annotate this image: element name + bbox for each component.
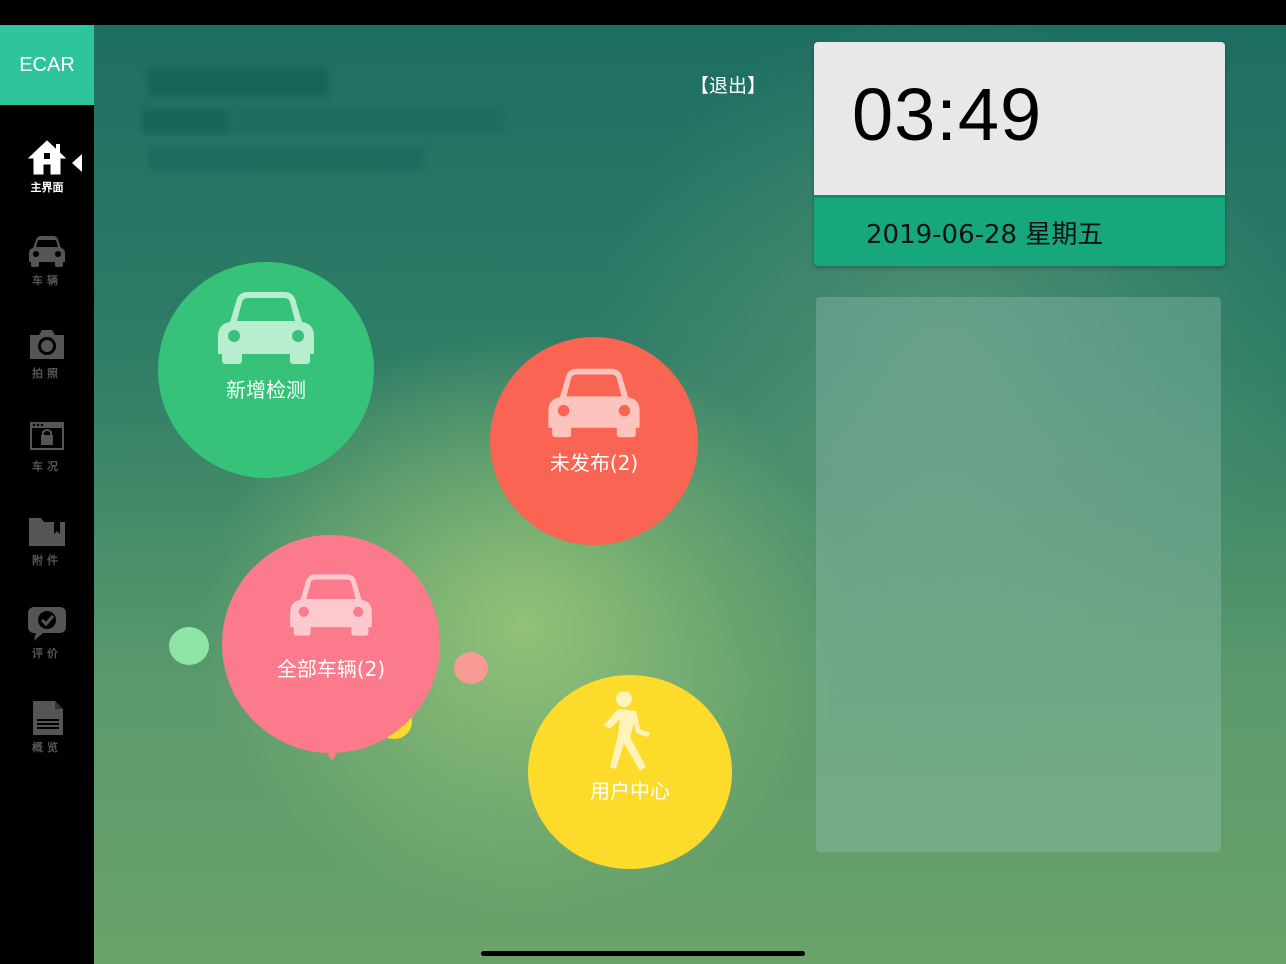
car-icon <box>548 368 640 438</box>
sidebar-item-condition[interactable]: 车况 <box>0 406 94 486</box>
sidebar-item-label: 评价 <box>32 647 62 660</box>
sidebar-item-attachments[interactable]: 附件 <box>0 500 94 580</box>
camera-icon <box>30 330 64 359</box>
decorative-dot <box>454 652 488 684</box>
car-icon <box>290 574 372 636</box>
main-area: 【退出】 03:49 2019-06-28 星期五 新增检测 未发布(2) 全部… <box>94 25 1286 964</box>
sidebar-item-photo[interactable]: 拍照 <box>0 313 94 393</box>
blurred-info-line <box>142 109 230 133</box>
clock-time: 03:49 <box>852 73 1043 156</box>
clock-card: 03:49 2019-06-28 星期五 <box>814 42 1225 266</box>
review-chat-icon <box>28 607 66 641</box>
home-icon <box>27 140 67 175</box>
decorative-dot <box>169 627 209 665</box>
sidebar-item-review[interactable]: 评价 <box>0 593 94 673</box>
all-vehicles-label: 全部车辆(2) <box>276 657 386 681</box>
blurred-user-name <box>148 67 328 97</box>
sidebar-item-label: 车况 <box>32 460 62 473</box>
user-center-button[interactable]: 用户中心 <box>528 675 732 869</box>
status-bar <box>0 0 1286 25</box>
unpublished-button[interactable]: 未发布(2) <box>490 337 698 545</box>
logout-button[interactable]: 【退出】 <box>690 71 766 98</box>
car-condition-icon <box>30 422 64 450</box>
sidebar-item-home[interactable]: 主界面 <box>0 127 94 207</box>
sidebar-item-label: 附件 <box>32 554 62 567</box>
info-panel <box>816 297 1221 852</box>
unpublished-label: 未发布(2) <box>549 451 639 475</box>
sidebar-item-label: 主界面 <box>30 181 64 194</box>
sidebar-item-label: 拍照 <box>32 367 62 380</box>
active-indicator-icon <box>72 154 82 172</box>
car-icon <box>29 236 65 267</box>
walking-person-icon <box>604 691 650 771</box>
user-center-label: 用户中心 <box>590 779 670 803</box>
attachment-folder-icon <box>29 518 65 546</box>
sidebar-item-label: 概览 <box>32 741 62 754</box>
home-indicator <box>481 951 805 956</box>
sidebar: ECAR 主界面 车辆 拍照 车况 附件 评价 概览 <box>0 25 94 964</box>
sidebar-item-overview[interactable]: 概览 <box>0 687 94 767</box>
sidebar-item-label: 车辆 <box>32 274 62 287</box>
sidebar-item-vehicles[interactable]: 车辆 <box>0 220 94 300</box>
new-inspection-label: 新增检测 <box>226 378 306 402</box>
overview-document-icon <box>33 701 63 735</box>
blurred-info-line <box>234 109 504 133</box>
new-inspection-button[interactable]: 新增检测 <box>158 262 374 478</box>
all-vehicles-button[interactable]: 全部车辆(2) <box>222 535 440 753</box>
clock-date: 2019-06-28 星期五 <box>866 220 1104 250</box>
blurred-info-line <box>148 147 424 169</box>
car-icon <box>218 292 314 364</box>
app-logo: ECAR <box>0 25 94 105</box>
